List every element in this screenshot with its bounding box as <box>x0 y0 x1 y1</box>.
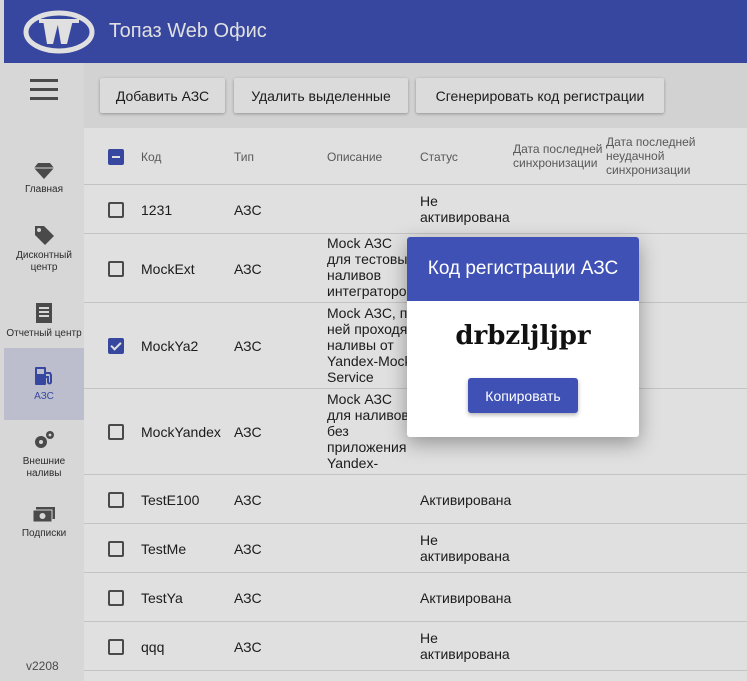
registration-code-dialog: Код регистрации АЗС drbzljljpr Копироват… <box>407 237 639 437</box>
registration-code: drbzljljpr <box>455 321 591 351</box>
dialog-title: Код регистрации АЗС <box>407 237 639 301</box>
copy-button[interactable]: Копировать <box>468 378 578 413</box>
